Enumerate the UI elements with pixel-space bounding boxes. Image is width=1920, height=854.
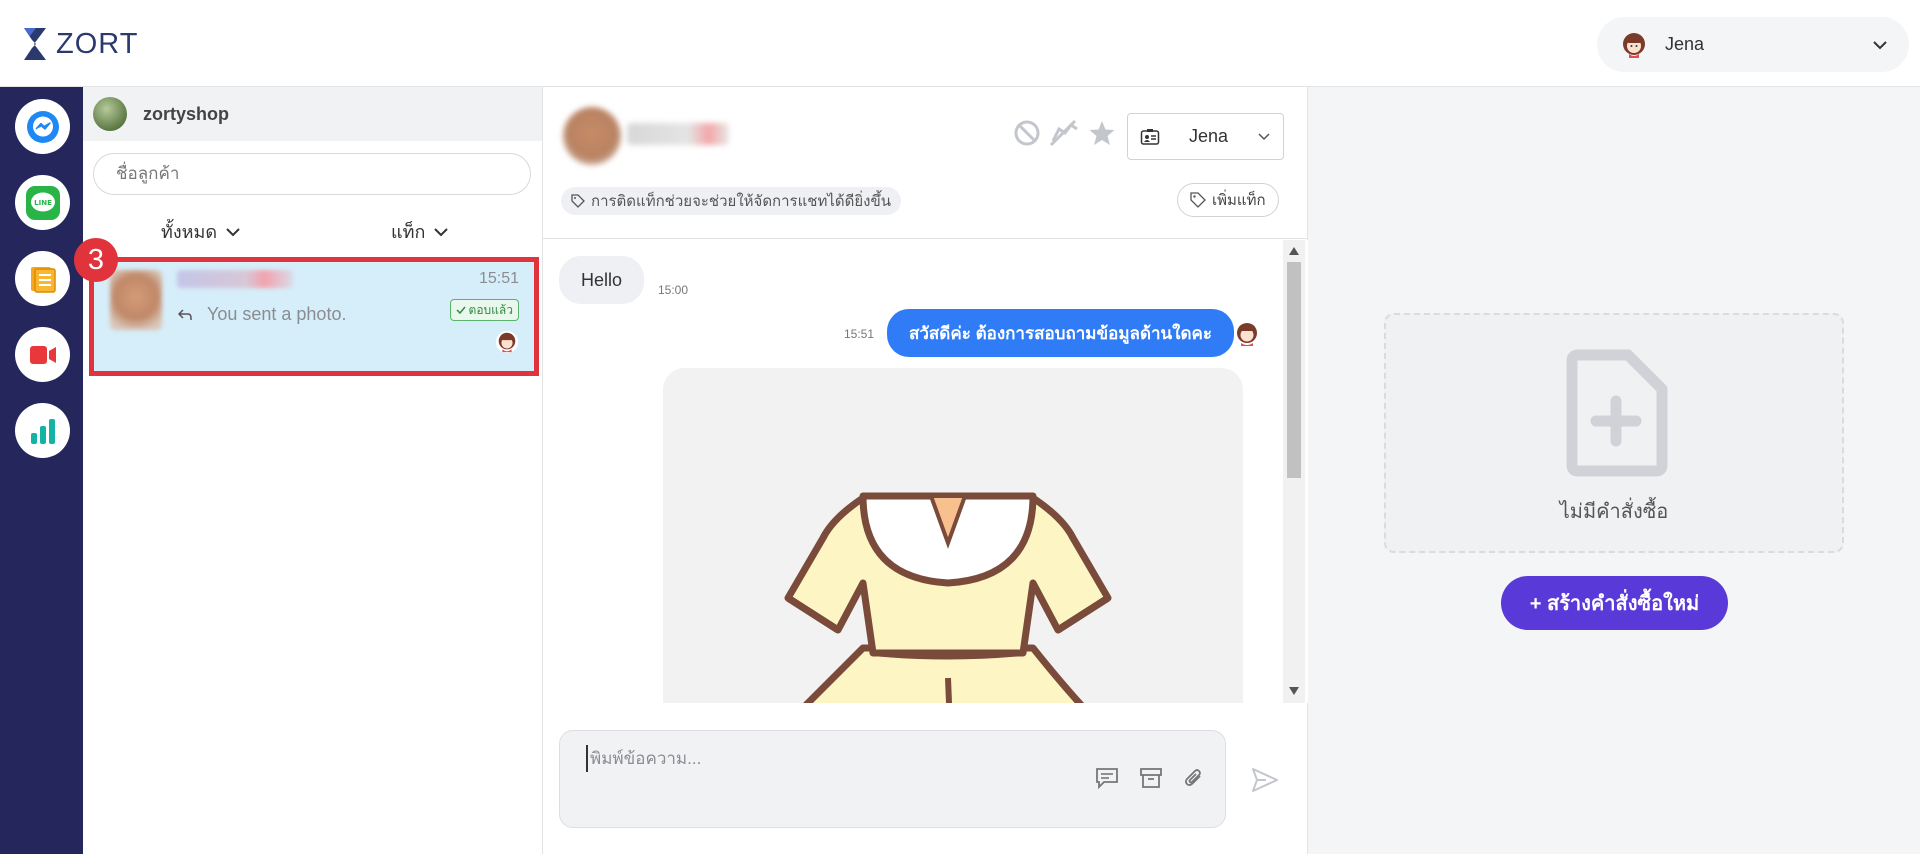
empty-orders-box: ไม่มีคำสั่งซื้อ <box>1384 313 1844 553</box>
archive-icon[interactable] <box>1139 767 1163 789</box>
message-time: 15:00 <box>658 283 689 297</box>
chevron-down-icon <box>434 227 449 236</box>
tag-icon <box>1190 192 1206 208</box>
orders-channel-button[interactable] <box>15 251 70 306</box>
incoming-message-bubble: Hello <box>559 256 645 304</box>
agent-avatar-icon <box>1234 321 1260 347</box>
channel-rail: LINE <box>0 87 83 854</box>
line-channel-button[interactable]: LINE <box>15 175 70 230</box>
message-composer[interactable]: พิมพ์ข้อความ... <box>559 730 1226 828</box>
orders-panel: ไม่มีคำสั่งซื้อ + สร้างคำสั่งซื้อใหม่ <box>1308 87 1920 854</box>
new-document-icon <box>1566 349 1668 477</box>
scroll-up-arrow-icon[interactable] <box>1288 246 1300 256</box>
chevron-down-icon <box>1873 40 1887 49</box>
shop-name: zortyshop <box>143 103 230 124</box>
live-video-icon <box>29 345 56 364</box>
scroll-down-arrow-icon[interactable] <box>1288 686 1300 696</box>
svg-text:LINE: LINE <box>34 199 52 207</box>
orders-icon <box>30 266 56 293</box>
customer-name-blurred <box>627 123 729 145</box>
message-thread: Hello 15:00 15:51 สวัสดีค่ะ ต้องการสอบถา… <box>543 240 1308 703</box>
sent-photo-dress[interactable] <box>663 368 1243 703</box>
zort-logo[interactable]: ZORT <box>22 26 138 62</box>
top-header: ZORT Jena <box>0 0 1920 87</box>
id-card-icon <box>1140 128 1160 145</box>
outgoing-message-bubble: สวัสดีค่ะ ต้องการสอบถามข้อมูลด้านใดคะ <box>887 309 1235 357</box>
chat-header: Jena การติดแท็กช่วยจะช่วยให้จัดการแชทได้… <box>543 87 1308 239</box>
user-menu[interactable]: Jena <box>1597 17 1909 72</box>
dress-illustration <box>663 368 1243 703</box>
quick-reply-icon[interactable] <box>1095 767 1119 789</box>
chevron-down-icon <box>226 227 240 236</box>
line-icon: LINE <box>25 185 60 220</box>
customer-avatar-blurred <box>563 107 621 165</box>
filter-tag-dropdown[interactable]: แท็ก <box>391 217 449 246</box>
message-input[interactable]: พิมพ์ข้อความ... <box>586 745 701 772</box>
add-tag-label: เพิ่มแท็ก <box>1212 192 1266 209</box>
annotation-step-badge: 3 <box>74 238 118 282</box>
shop-avatar <box>93 97 127 131</box>
analytics-channel-button[interactable] <box>15 403 70 458</box>
assignee-dropdown[interactable]: Jena <box>1127 113 1284 160</box>
filter-tag-label: แท็ก <box>391 222 426 242</box>
mute-notification-icon[interactable] <box>1047 119 1081 147</box>
chevron-down-icon <box>1258 132 1270 140</box>
filter-all-label: ทั้งหมด <box>161 222 218 242</box>
live-video-channel-button[interactable] <box>15 327 70 382</box>
tag-icon <box>571 194 585 208</box>
message-text: Hello <box>581 269 623 290</box>
scroll-thumb[interactable] <box>1287 262 1301 478</box>
chat-actions <box>1013 119 1117 147</box>
analytics-icon <box>30 418 55 444</box>
tag-hint: การติดแท็กช่วยจะช่วยให้จัดการแชทได้ดียิ่… <box>561 187 901 215</box>
user-name: Jena <box>1665 34 1705 54</box>
highlight-outline <box>89 257 539 376</box>
message-time: 15:51 <box>844 327 875 341</box>
logo-text: ZORT <box>56 27 139 60</box>
empty-orders-label: ไม่มีคำสั่งซื้อ <box>1559 501 1669 523</box>
create-order-button[interactable]: + สร้างคำสั่งซื้อใหม่ <box>1501 576 1728 630</box>
message-text: สวัสดีค่ะ ต้องการสอบถามข้อมูลด้านใดคะ <box>909 323 1213 343</box>
customer-search-input[interactable] <box>93 153 531 195</box>
send-icon[interactable] <box>1250 765 1280 795</box>
attachment-icon[interactable] <box>1183 767 1205 789</box>
assignee-name: Jena <box>1188 126 1229 146</box>
block-icon[interactable] <box>1013 119 1041 147</box>
star-icon[interactable] <box>1087 119 1117 147</box>
filter-all-dropdown[interactable]: ทั้งหมด <box>161 217 241 246</box>
zort-logo-icon <box>24 28 46 60</box>
tag-hint-text: การติดแท็กช่วยจะช่วยให้จัดการแชทได้ดียิ่… <box>591 193 891 210</box>
add-tag-button[interactable]: เพิ่มแท็ก <box>1177 183 1279 217</box>
messenger-channel-button[interactable] <box>15 99 70 154</box>
chat-panel: Jena การติดแท็กช่วยจะช่วยให้จัดการแชทได้… <box>543 87 1308 854</box>
conversation-list-panel: zortyshop ทั้งหมด แท็ก 15:51 You sent a … <box>83 87 543 854</box>
composer-tools <box>1095 767 1205 789</box>
messenger-icon <box>26 110 59 143</box>
user-avatar-icon <box>1623 32 1645 58</box>
shop-bar[interactable]: zortyshop <box>83 87 542 141</box>
message-scrollbar[interactable] <box>1283 240 1305 703</box>
